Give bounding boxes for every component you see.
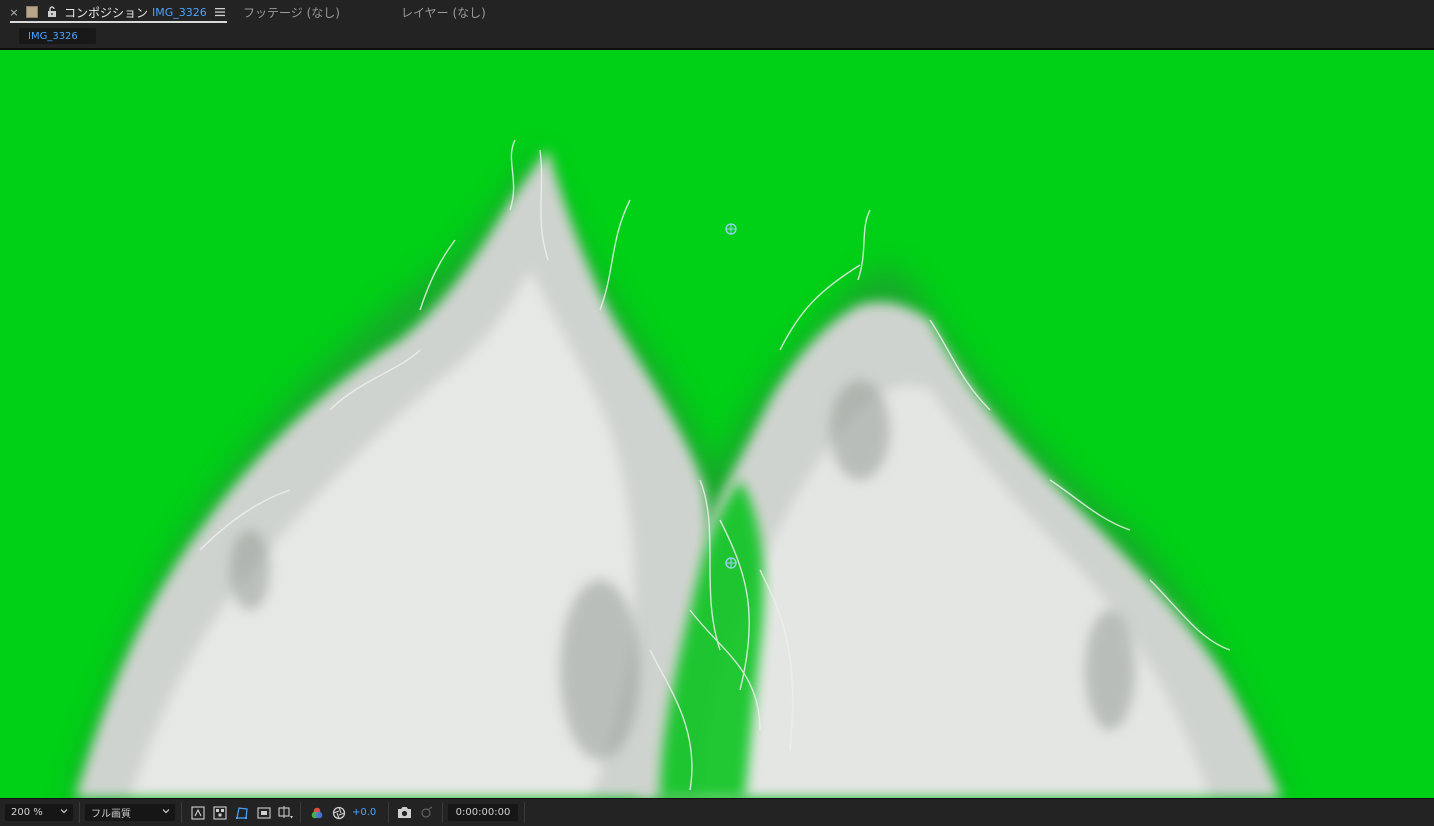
composition-breadcrumb-tab[interactable]: IMG_3326 xyxy=(19,28,96,44)
mask-path-visibility-icon[interactable] xyxy=(233,804,250,821)
active-tab-indicator xyxy=(10,21,227,23)
toolbar-separator xyxy=(388,802,389,823)
tab-footage[interactable]: フッテージ (なし) xyxy=(243,0,340,24)
feather-boa-image xyxy=(70,139,1285,798)
channel-rgb-icon[interactable] xyxy=(308,804,325,821)
zoom-dropdown[interactable]: 200 % xyxy=(5,804,73,821)
composition-viewer[interactable] xyxy=(0,50,1434,798)
composition-tab-label: コンポジション xyxy=(64,5,149,20)
tab-layer[interactable]: レイヤー (なし) xyxy=(401,0,486,24)
resolution-value: フル画質 xyxy=(91,809,131,820)
transparency-grid-icon[interactable] xyxy=(211,804,228,821)
current-time-display[interactable]: 0:00:00:00 xyxy=(448,804,518,821)
grid-guides-icon[interactable] xyxy=(277,804,294,821)
lock-icon[interactable] xyxy=(46,6,58,18)
toolbar-separator xyxy=(181,802,182,823)
tab-composition[interactable]: × コンポジション IMG_3326 xyxy=(8,0,227,24)
composition-flowchart-bar: IMG_3326 xyxy=(0,24,1434,48)
close-icon[interactable]: × xyxy=(8,6,20,19)
region-of-interest-icon[interactable] xyxy=(255,804,272,821)
snapshot-camera-icon[interactable] xyxy=(396,804,413,821)
viewer-toolbar: 200 % フル画質 +0.0 0:00:00:00 xyxy=(0,798,1434,826)
panel-menu-icon[interactable] xyxy=(214,7,225,17)
toolbar-separator xyxy=(442,802,443,823)
composition-name: IMG_3326 xyxy=(152,5,207,19)
toolbar-separator xyxy=(300,802,301,823)
anchor-point-icon[interactable] xyxy=(725,557,737,569)
toolbar-separator xyxy=(524,802,525,823)
chevron-down-icon xyxy=(60,809,68,814)
fast-previews-icon[interactable] xyxy=(189,804,206,821)
chevron-down-icon xyxy=(162,809,170,814)
label-color-swatch[interactable] xyxy=(26,6,38,18)
exposure-value[interactable]: +0.0 xyxy=(352,804,376,821)
anchor-point-icon[interactable] xyxy=(725,223,737,235)
resolution-dropdown[interactable]: フル画質 xyxy=(85,804,175,821)
panel-tab-bar: × コンポジション IMG_3326 フッテージ (なし) レイヤー (なし) xyxy=(0,0,1434,24)
show-snapshot-icon[interactable] xyxy=(418,804,435,821)
zoom-value: 200 % xyxy=(11,807,43,818)
toolbar-separator xyxy=(79,802,80,823)
exposure-reset-icon[interactable] xyxy=(330,804,347,821)
